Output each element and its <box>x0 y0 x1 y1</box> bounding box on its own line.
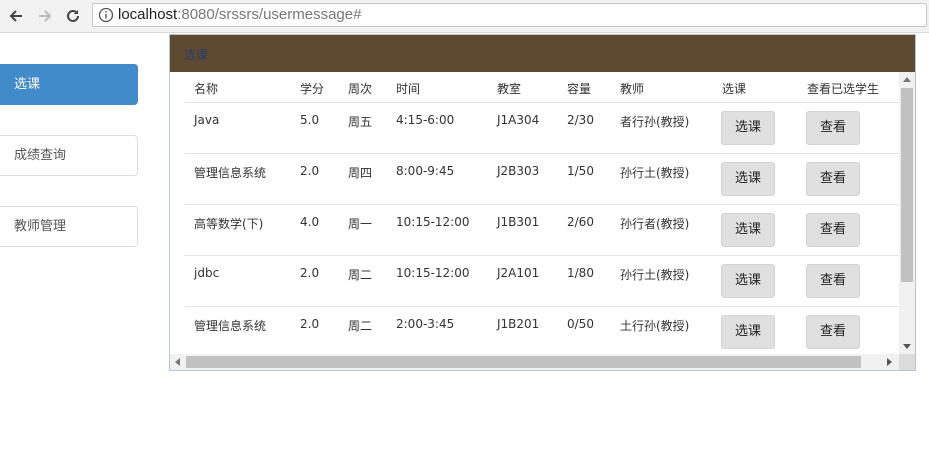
table-row: jdbc 2.0 周二 10:15-12:00 J2A101 1/80 孙行土(… <box>185 255 899 307</box>
select-course-button[interactable]: 选课 <box>721 162 775 196</box>
course-time: 10:15-12:00 <box>396 215 470 229</box>
course-credit: 2.0 <box>300 266 320 280</box>
course-week: 周一 <box>348 217 373 231</box>
vertical-scroll-thumb[interactable] <box>901 88 913 282</box>
table-row: 管理信息系统 2.0 周四 8:00-9:45 J2B303 1/50 孙行土(… <box>185 153 899 205</box>
course-teacher: 孙行者(教授) <box>620 217 690 231</box>
panel-title: 选课 <box>184 48 209 62</box>
info-icon[interactable] <box>98 7 114 23</box>
course-name: 管理信息系统 <box>194 166 267 180</box>
sidebar-item-course-selection[interactable]: 选课 <box>0 64 138 105</box>
course-capacity: 1/80 <box>567 266 594 280</box>
course-time: 10:15-12:00 <box>396 266 470 280</box>
column-header-room: 教室 <box>497 82 522 96</box>
select-course-button[interactable]: 选课 <box>721 213 775 247</box>
sidebar-item-label: 教师管理 <box>14 219 67 234</box>
course-room: J2A101 <box>497 266 540 280</box>
course-teacher: 孙行土(教授) <box>620 166 690 180</box>
url-host: localhost <box>118 6 178 23</box>
url-path: :8080/srssrs/usermessage# <box>177 6 362 23</box>
column-header-capacity: 容量 <box>567 82 592 96</box>
course-table: 名称 学分 周次 时间 教室 容量 教师 选课 查看已选学生 Java 5.0 … <box>170 72 899 355</box>
sidebar-item-grade-query[interactable]: 成绩查询 <box>0 135 138 176</box>
panel-header: 选课 <box>170 35 915 72</box>
sidebar-item-teacher-management[interactable]: 教师管理 <box>0 206 138 247</box>
course-week: 周五 <box>348 115 373 129</box>
course-capacity: 2/30 <box>567 113 594 127</box>
course-week: 周四 <box>348 166 373 180</box>
select-course-button[interactable]: 选课 <box>721 315 775 349</box>
course-week: 周二 <box>348 319 373 333</box>
forward-arrow-icon[interactable] <box>34 5 56 27</box>
course-panel: 选课 名称 学分 周次 时间 教室 容量 教师 选课 查看已选学生 Java 5… <box>169 34 916 371</box>
column-header-select: 选课 <box>722 82 747 96</box>
reload-icon[interactable] <box>62 5 84 27</box>
column-header-time: 时间 <box>396 82 421 96</box>
scroll-right-arrow-icon[interactable] <box>887 358 892 366</box>
course-credit: 2.0 <box>300 317 320 331</box>
course-time: 4:15-6:00 <box>396 113 455 127</box>
column-header-credit: 学分 <box>300 82 325 96</box>
horizontal-scrollbar[interactable] <box>170 354 899 370</box>
course-room: J1B201 <box>497 317 540 331</box>
course-week: 周二 <box>348 268 373 282</box>
course-room: J1B301 <box>497 215 540 229</box>
course-capacity: 2/60 <box>567 215 594 229</box>
scroll-up-arrow-icon[interactable] <box>903 77 911 82</box>
column-header-view-students: 查看已选学生 <box>807 82 880 96</box>
view-students-button[interactable]: 查看 <box>806 264 860 298</box>
scrollbar-corner <box>899 354 915 370</box>
view-students-button[interactable]: 查看 <box>806 111 860 145</box>
back-arrow-icon[interactable] <box>5 5 27 27</box>
course-teacher: 者行孙(教授) <box>620 115 690 129</box>
address-bar[interactable]: localhost:8080/srssrs/usermessage# <box>92 3 927 27</box>
table-header-row: 名称 学分 周次 时间 教室 容量 教师 选课 查看已选学生 <box>185 72 899 102</box>
course-teacher: 孙行土(教授) <box>620 268 690 282</box>
course-credit: 2.0 <box>300 164 320 178</box>
course-room: J1A304 <box>497 113 540 127</box>
view-students-button[interactable]: 查看 <box>806 315 860 349</box>
course-room: J2B303 <box>497 164 540 178</box>
view-students-button[interactable]: 查看 <box>806 162 860 196</box>
course-teacher: 土行孙(教授) <box>620 319 690 333</box>
course-name: Java <box>194 113 220 127</box>
course-credit: 4.0 <box>300 215 320 229</box>
course-name: jdbc <box>194 266 220 280</box>
sidebar-item-label: 成绩查询 <box>14 148 67 163</box>
browser-toolbar: localhost:8080/srssrs/usermessage# <box>0 0 929 33</box>
scroll-left-arrow-icon[interactable] <box>175 358 180 366</box>
view-students-button[interactable]: 查看 <box>806 213 860 247</box>
vertical-scrollbar[interactable] <box>899 72 915 355</box>
table-row: 高等数学(下) 4.0 周一 10:15-12:00 J1B301 2/60 孙… <box>185 204 899 256</box>
course-credit: 5.0 <box>300 113 320 127</box>
column-header-teacher: 教师 <box>620 82 645 96</box>
select-course-button[interactable]: 选课 <box>721 264 775 298</box>
course-capacity: 0/50 <box>567 317 594 331</box>
course-time: 8:00-9:45 <box>396 164 455 178</box>
url-text: localhost:8080/srssrs/usermessage# <box>118 6 361 24</box>
horizontal-scroll-thumb[interactable] <box>186 356 861 368</box>
table-row: 管理信息系统 2.0 周二 2:00-3:45 J1B201 0/50 土行孙(… <box>185 306 899 355</box>
column-header-name: 名称 <box>194 82 219 96</box>
scroll-down-arrow-icon[interactable] <box>903 344 911 349</box>
select-course-button[interactable]: 选课 <box>721 111 775 145</box>
course-time: 2:00-3:45 <box>396 317 455 331</box>
course-name: 高等数学(下) <box>194 217 264 231</box>
sidebar-item-label: 选课 <box>14 77 41 92</box>
course-capacity: 1/50 <box>567 164 594 178</box>
column-header-week: 周次 <box>348 82 373 96</box>
course-name: 管理信息系统 <box>194 319 267 333</box>
table-row: Java 5.0 周五 4:15-6:00 J1A304 2/30 者行孙(教授… <box>185 102 899 154</box>
